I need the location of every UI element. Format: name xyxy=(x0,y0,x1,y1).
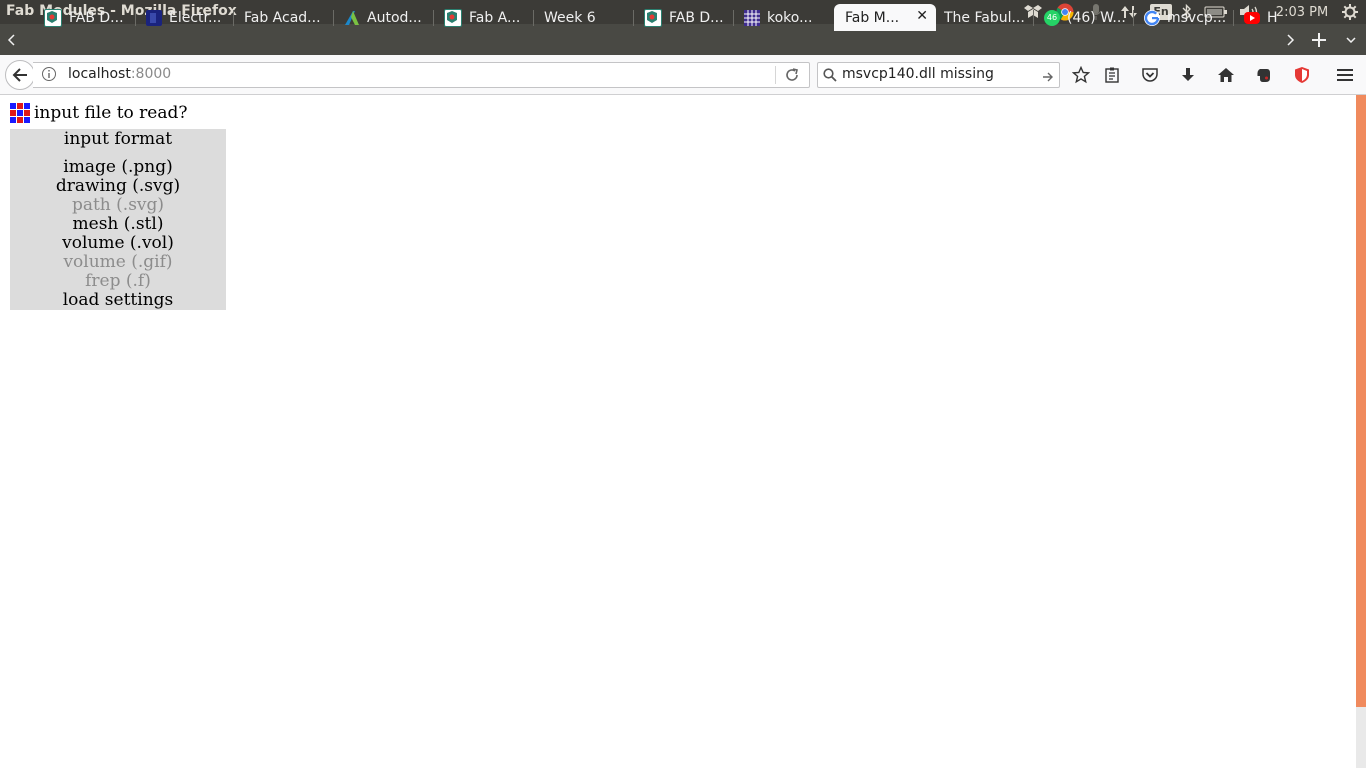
autodesk-favicon-icon xyxy=(344,10,360,26)
tab-week-6[interactable]: Week 6 xyxy=(544,4,634,31)
settings-gear-icon[interactable] xyxy=(1340,0,1360,24)
home-icon[interactable] xyxy=(1215,64,1237,86)
tab-label: FAB D... xyxy=(669,9,724,26)
menu-item-drawing-svg[interactable]: drawing (.svg) xyxy=(10,177,226,196)
tab-fab-acad[interactable]: Fab Acad... xyxy=(244,4,334,31)
page-content: input file to read? input format image (… xyxy=(0,95,1356,768)
menu-item-frep-f: frep (.f) xyxy=(85,271,151,291)
scroll-tabs-left-icon[interactable] xyxy=(2,24,20,55)
list-all-tabs-icon[interactable] xyxy=(1342,24,1360,55)
menu-header: input format xyxy=(63,129,173,149)
menu-item-path-svg: path (.svg) xyxy=(71,195,165,215)
tab-label: The Fabul... xyxy=(944,9,1025,26)
fab-modules-logo-icon xyxy=(10,103,30,123)
fab-favicon-icon xyxy=(444,8,462,27)
tab-fab-modules-active[interactable]: Fab M... ✕ xyxy=(834,4,936,31)
tab-label: msvcp... xyxy=(1167,9,1227,26)
downloads-arrow-icon[interactable] xyxy=(1177,64,1199,86)
pocket-icon[interactable] xyxy=(1139,64,1161,86)
youtube-favicon-icon xyxy=(1244,11,1260,24)
electronics-favicon-icon xyxy=(146,9,162,26)
search-input[interactable]: msvcp140.dll missing xyxy=(842,66,994,82)
back-arrow-icon xyxy=(12,68,27,82)
tab-youtube[interactable]: H xyxy=(1244,4,1282,31)
tab-whatsapp[interactable]: 46 (46) W... xyxy=(1044,4,1134,31)
tab-electr[interactable]: Electr... xyxy=(146,4,234,31)
hamburger-menu-icon[interactable] xyxy=(1334,64,1356,86)
close-tab-icon[interactable]: ✕ xyxy=(916,8,928,24)
tab-label: Fab A... xyxy=(469,9,521,26)
scroll-tabs-right-icon[interactable] xyxy=(1282,24,1300,55)
prompt-text: input file to read? xyxy=(34,103,188,123)
tab-label: Autod... xyxy=(367,9,422,26)
fab-favicon-icon xyxy=(644,8,662,27)
whatsapp-favicon-icon: 46 xyxy=(1044,9,1060,26)
tab-msvcp[interactable]: msvcp... xyxy=(1144,4,1234,31)
tab-fab-a[interactable]: Fab A... xyxy=(444,4,534,31)
tab-fab-d-1[interactable]: FAB D... xyxy=(44,4,136,31)
shield-extension-icon[interactable] xyxy=(1291,64,1313,86)
tab-koko[interactable]: koko... xyxy=(744,4,834,31)
input-format-menu: input format image (.png) drawing (.svg)… xyxy=(10,129,226,310)
reading-list-icon[interactable] xyxy=(1101,64,1123,86)
navigation-toolbar: localhost:8000 msvcp140.dll missing xyxy=(0,55,1366,95)
menu-item-mesh-stl[interactable]: mesh (.stl) xyxy=(10,215,226,234)
tab-label: Electr... xyxy=(169,9,222,26)
tab-the-fabul[interactable]: The Fabul... xyxy=(944,4,1034,31)
tab-label: H xyxy=(1267,9,1278,26)
search-bar[interactable]: msvcp140.dll missing xyxy=(817,62,1060,88)
tab-autod[interactable]: Autod... xyxy=(344,4,434,31)
menu-item-volume-vol[interactable]: volume (.vol) xyxy=(10,234,226,253)
site-info-icon[interactable] xyxy=(41,66,57,86)
grid-favicon-icon xyxy=(744,9,760,26)
input-prompt: input file to read? xyxy=(10,103,187,123)
tab-label: Fab M... xyxy=(845,9,900,26)
url-port: :8000 xyxy=(130,66,172,82)
tab-label: Fab Acad... xyxy=(244,9,321,26)
url-text: localhost:8000 xyxy=(68,66,171,82)
evernote-extension-icon[interactable] xyxy=(1253,64,1275,86)
tab-label: (46) W... xyxy=(1067,9,1126,26)
search-go-arrow-icon[interactable] xyxy=(1042,68,1054,87)
url-bar[interactable]: localhost:8000 xyxy=(33,62,810,88)
scrollbar-thumb[interactable] xyxy=(1356,95,1366,707)
google-favicon-icon xyxy=(1144,9,1160,26)
new-tab-plus-icon[interactable] xyxy=(1306,24,1332,55)
search-icon xyxy=(823,67,837,86)
tab-fab-d-2[interactable]: FAB D... xyxy=(644,4,734,31)
tab-label: Week 6 xyxy=(544,9,596,26)
tab-label: FAB D... xyxy=(69,9,124,26)
menu-item-volume-gif: volume (.gif) xyxy=(63,252,173,272)
url-host: localhost xyxy=(68,66,131,82)
back-button[interactable] xyxy=(5,60,35,90)
menu-item-image-png[interactable]: image (.png) xyxy=(10,158,226,177)
tab-label: koko... xyxy=(767,9,813,26)
bookmark-star-icon[interactable] xyxy=(1070,64,1092,86)
fab-favicon-icon xyxy=(44,8,62,27)
reload-icon[interactable] xyxy=(784,67,800,87)
menu-item-load-settings[interactable]: load settings xyxy=(10,291,226,310)
